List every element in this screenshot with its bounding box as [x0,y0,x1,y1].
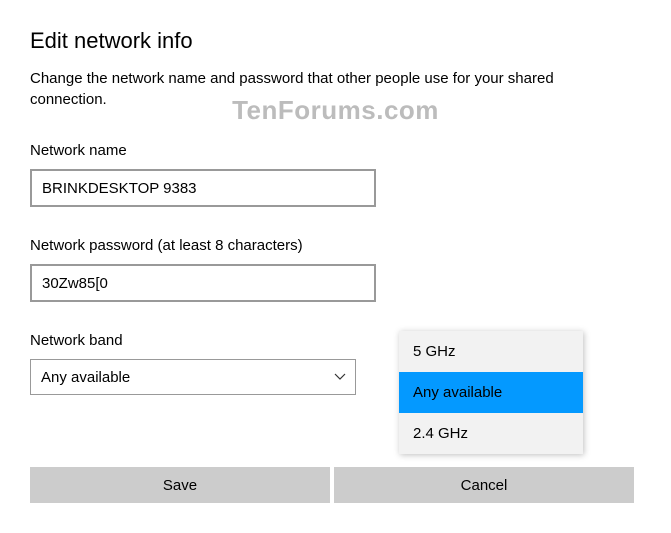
network-name-input[interactable] [30,169,376,207]
dropdown-option-24ghz[interactable]: 2.4 GHz [399,413,583,454]
network-password-group: Network password (at least 8 characters) [30,237,641,302]
network-band-value: Any available [41,369,130,386]
dropdown-option-5ghz[interactable]: 5 GHz [399,331,583,372]
network-name-label: Network name [30,142,641,159]
dialog-subtitle: Change the network name and password tha… [30,68,630,110]
network-name-group: Network name [30,142,641,207]
button-row: Save Cancel [30,467,634,503]
dropdown-option-any[interactable]: Any available [399,372,583,413]
save-button[interactable]: Save [30,467,330,503]
cancel-button[interactable]: Cancel [334,467,634,503]
network-band-dropdown: 5 GHz Any available 2.4 GHz [399,331,583,454]
network-band-select[interactable]: Any available [30,359,356,395]
dialog-title: Edit network info [30,28,641,54]
network-password-input[interactable] [30,264,376,302]
network-password-label: Network password (at least 8 characters) [30,237,641,254]
